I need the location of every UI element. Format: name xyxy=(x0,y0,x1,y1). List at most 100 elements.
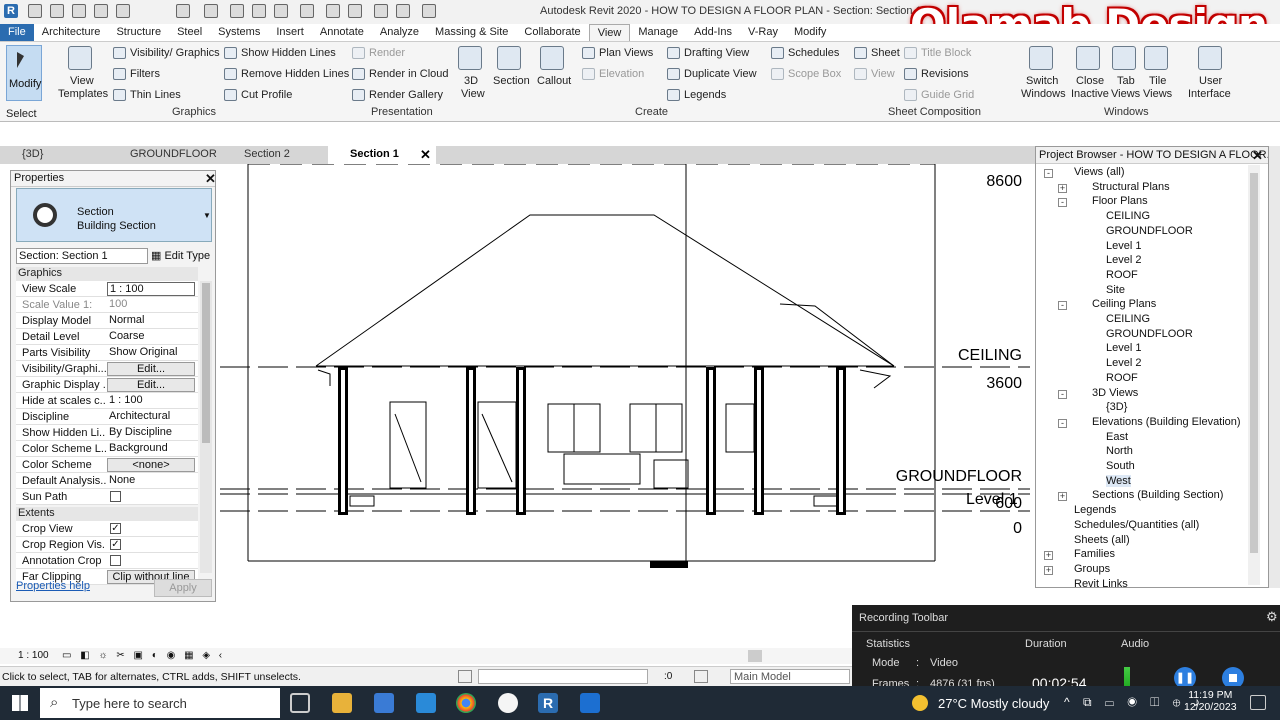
prop-row[interactable]: Sun Path xyxy=(16,489,198,505)
prop-row[interactable]: Discipline Architectural xyxy=(16,409,198,425)
measure-icon[interactable] xyxy=(204,4,218,18)
expand-icon[interactable]: + xyxy=(1058,492,1067,502)
browser-item[interactable]: Level 1 xyxy=(1106,240,1141,252)
prop-row[interactable]: Parts Visibility Show Original xyxy=(16,345,198,361)
prop-row[interactable]: Hide at scales c... 1 : 100 xyxy=(16,393,198,409)
browser-scrollbar[interactable] xyxy=(1248,165,1260,585)
prop-row[interactable]: Default Analysis... None xyxy=(16,473,198,489)
view-controls-icon[interactable]: ▭ ◧ ☼ ✂ ▣ ◐ ◉ ▦ ◈ ‹ xyxy=(62,650,225,661)
text-icon[interactable] xyxy=(274,4,288,18)
guide-grid-button[interactable]: Guide Grid xyxy=(921,89,974,101)
tab-architecture[interactable]: Architecture xyxy=(34,24,109,41)
ext-row[interactable]: Crop Region Vis... ✓ xyxy=(16,537,198,553)
browser-item[interactable]: North xyxy=(1106,445,1133,457)
mail-icon[interactable] xyxy=(416,693,436,713)
close-hidden-icon[interactable] xyxy=(374,4,388,18)
edit-type-button[interactable]: ▦ Edit Type xyxy=(151,249,210,262)
close-inactive-label-1[interactable]: Close xyxy=(1076,75,1104,87)
browser-item[interactable]: Sheets (all) xyxy=(1074,534,1130,546)
revisions-button[interactable]: Revisions xyxy=(921,68,969,80)
3d-view-label-1[interactable]: 3D xyxy=(464,75,478,87)
apply-button[interactable]: Apply xyxy=(154,579,212,597)
settings-gear-icon[interactable]: ⚙ xyxy=(1266,609,1278,625)
browser-item[interactable]: Views (all) xyxy=(1074,166,1125,178)
tab-view[interactable]: View xyxy=(588,24,631,41)
collapse-icon[interactable]: - xyxy=(1044,169,1053,178)
property-checkbox[interactable]: ✓ xyxy=(110,539,121,550)
browser-item[interactable]: West xyxy=(1106,474,1131,487)
legends-button[interactable]: Legends xyxy=(684,89,726,101)
property-value[interactable]: 1 : 100 xyxy=(107,282,195,296)
property-value[interactable]: Architectural xyxy=(107,410,195,424)
prop-row[interactable]: Graphic Display ... Edit... xyxy=(16,377,198,393)
switch-windows-icon[interactable] xyxy=(396,4,410,18)
taskbar-search[interactable]: ⌕ Type here to search xyxy=(40,688,280,718)
design-options-icon[interactable] xyxy=(694,670,708,683)
tab-manage[interactable]: Manage xyxy=(630,24,686,41)
browser-item[interactable]: ROOF xyxy=(1106,372,1138,384)
customize-qat-icon[interactable] xyxy=(422,4,436,18)
model-select[interactable]: Main Model xyxy=(730,669,850,684)
browser-item[interactable]: Floor Plans xyxy=(1092,195,1148,207)
collapse-icon[interactable]: - xyxy=(1058,198,1067,208)
tab-systems[interactable]: Systems xyxy=(210,24,268,41)
visibility-graphics-button[interactable]: Visibility/ Graphics xyxy=(130,47,220,59)
weather-text[interactable]: 27°C Mostly cloudy xyxy=(938,696,1049,711)
tab-structure[interactable]: Structure xyxy=(108,24,169,41)
properties-help-link[interactable]: Properties help xyxy=(16,580,90,592)
undo-icon[interactable] xyxy=(94,4,108,18)
browser-item[interactable]: 3D Views xyxy=(1092,387,1138,399)
browser-item[interactable]: Level 1 xyxy=(1106,342,1141,354)
prop-row[interactable]: Color Scheme <none> xyxy=(16,457,198,473)
tab-views-label-1[interactable]: Tab xyxy=(1117,75,1135,87)
browser-item[interactable]: Revit Links xyxy=(1074,578,1128,590)
prop-row[interactable]: Show Hidden Li... By Discipline xyxy=(16,425,198,441)
tab-massing-site[interactable]: Massing & Site xyxy=(427,24,516,41)
3d-view-icon[interactable] xyxy=(300,4,314,18)
clock[interactable]: 11:19 PM 12/20/2023 xyxy=(1184,689,1237,713)
render-gallery-button[interactable]: Render Gallery xyxy=(369,89,443,101)
tab-annotate[interactable]: Annotate xyxy=(312,24,372,41)
browser-item[interactable]: Sections (Building Section) xyxy=(1092,489,1223,501)
section-extents[interactable]: Extents xyxy=(16,507,198,521)
close-icon[interactable]: ✕ xyxy=(205,171,216,187)
weather-icon[interactable] xyxy=(912,695,928,711)
switch-windows-label-1[interactable]: Switch xyxy=(1026,75,1058,87)
user-interface-label-2[interactable]: Interface xyxy=(1188,88,1231,100)
scope-box-button[interactable]: Scope Box xyxy=(788,68,841,80)
property-value[interactable]: Show Original xyxy=(107,346,195,360)
tab-collaborate[interactable]: Collaborate xyxy=(516,24,588,41)
dimension-icon[interactable] xyxy=(230,4,244,18)
instance-filter-select[interactable]: Section: Section 1 xyxy=(16,248,148,264)
browser-item[interactable]: South xyxy=(1106,460,1135,472)
browser-item[interactable]: Groups xyxy=(1074,563,1110,575)
tile-views-label-1[interactable]: Tile xyxy=(1149,75,1166,87)
open-icon[interactable] xyxy=(28,4,42,18)
browser-item[interactable]: Schedules/Quantities (all) xyxy=(1074,519,1199,531)
prop-row[interactable]: View Scale 1 : 100 xyxy=(16,281,198,297)
browser-item[interactable]: GROUNDFLOOR xyxy=(1106,328,1193,340)
thin-lines-button[interactable]: Thin Lines xyxy=(130,89,181,101)
revit-taskbar-icon[interactable]: R xyxy=(538,693,558,713)
view-templates-label-2[interactable]: Templates xyxy=(58,88,108,100)
tile-views-label-2[interactable]: Views xyxy=(1143,88,1172,100)
browser-item[interactable]: Site xyxy=(1106,284,1125,296)
worksets-icon[interactable] xyxy=(458,670,472,683)
browser-item[interactable]: Level 2 xyxy=(1106,254,1141,266)
view-templates-label-1[interactable]: View xyxy=(70,75,94,87)
duplicate-view-button[interactable]: Duplicate View xyxy=(684,68,757,80)
browser-item[interactable]: Structural Plans xyxy=(1092,181,1170,193)
tab-file[interactable]: File xyxy=(0,24,34,41)
revit-logo-icon[interactable]: R xyxy=(4,4,18,18)
close-inactive-label-2[interactable]: Inactive xyxy=(1071,88,1109,100)
browser-item[interactable]: Families xyxy=(1074,548,1115,560)
elevation-button[interactable]: Elevation xyxy=(599,68,644,80)
app-icon[interactable] xyxy=(498,693,518,713)
sync-icon[interactable] xyxy=(72,4,86,18)
close-icon[interactable]: ✕ xyxy=(1252,148,1263,164)
filters-button[interactable]: Filters xyxy=(130,68,160,80)
doc-tab-section-1[interactable]: Section 1 ✕ xyxy=(328,146,436,164)
prop-row[interactable]: Color Scheme L... Background xyxy=(16,441,198,457)
3d-view-label-2[interactable]: View xyxy=(461,88,485,100)
workset-select[interactable] xyxy=(478,669,648,684)
